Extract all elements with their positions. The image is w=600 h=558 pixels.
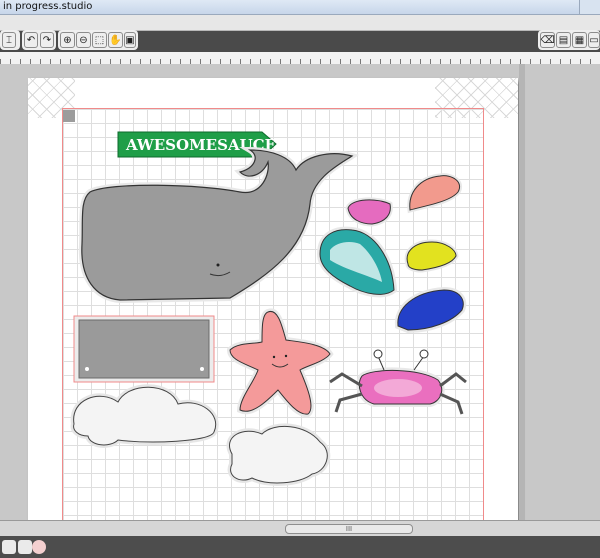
water-drop-teal[interactable] — [316, 226, 398, 298]
label-rectangle[interactable] — [73, 315, 215, 383]
zoom-in-icon[interactable]: ⊕ — [60, 32, 75, 48]
send-icon[interactable]: ▭ — [588, 32, 600, 48]
library-icon[interactable] — [18, 540, 32, 554]
toolbar-band — [0, 15, 600, 31]
main-toolbar: ⌶ ↶ ↷ ⊕ ⊖ ⬚ ✋ ▣ ⌫ ▤ ▦ ▭ — [0, 15, 600, 52]
status-menu-icon[interactable] — [2, 540, 16, 554]
window-control[interactable] — [579, 0, 600, 14]
eraser-icon[interactable]: ⌫ — [540, 32, 555, 48]
redo-icon[interactable]: ↷ — [40, 32, 54, 48]
window-title: in progress.studio — [3, 1, 93, 12]
pan-hand-icon[interactable]: ✋ — [108, 32, 123, 48]
zoom-out-icon[interactable]: ⊖ — [76, 32, 91, 48]
starfish-shape[interactable] — [226, 308, 334, 418]
water-drop-yellow[interactable] — [404, 239, 459, 273]
crab-shape[interactable] — [329, 349, 467, 415]
status-bar — [0, 536, 600, 558]
grid-settings-icon[interactable]: ▦ — [572, 32, 587, 48]
page-settings-icon[interactable]: ▤ — [556, 32, 571, 48]
select-tool-icon[interactable]: ⌶ — [2, 32, 16, 48]
water-drop-pink-left[interactable] — [345, 197, 393, 227]
undo-icon[interactable]: ↶ — [24, 32, 38, 48]
cloud-shape-small[interactable] — [226, 423, 331, 486]
window-titlebar: in progress.studio — [0, 0, 600, 15]
fit-page-icon[interactable]: ▣ — [124, 32, 136, 48]
water-drop-blue[interactable] — [394, 286, 467, 334]
zoom-select-icon[interactable]: ⬚ — [92, 32, 107, 48]
design-workspace[interactable]: AWESOMESAUCE — [0, 64, 600, 536]
cloud-shape-large[interactable] — [70, 384, 219, 448]
whale-shape[interactable] — [78, 146, 360, 304]
target-icon[interactable] — [32, 540, 46, 554]
horizontal-scroll-thumb[interactable]: III — [285, 524, 413, 534]
horizontal-scrollbar[interactable]: III — [0, 520, 600, 537]
artwork-layer: AWESOMESAUCE — [70, 131, 467, 486]
water-drop-salmon[interactable] — [407, 173, 462, 214]
